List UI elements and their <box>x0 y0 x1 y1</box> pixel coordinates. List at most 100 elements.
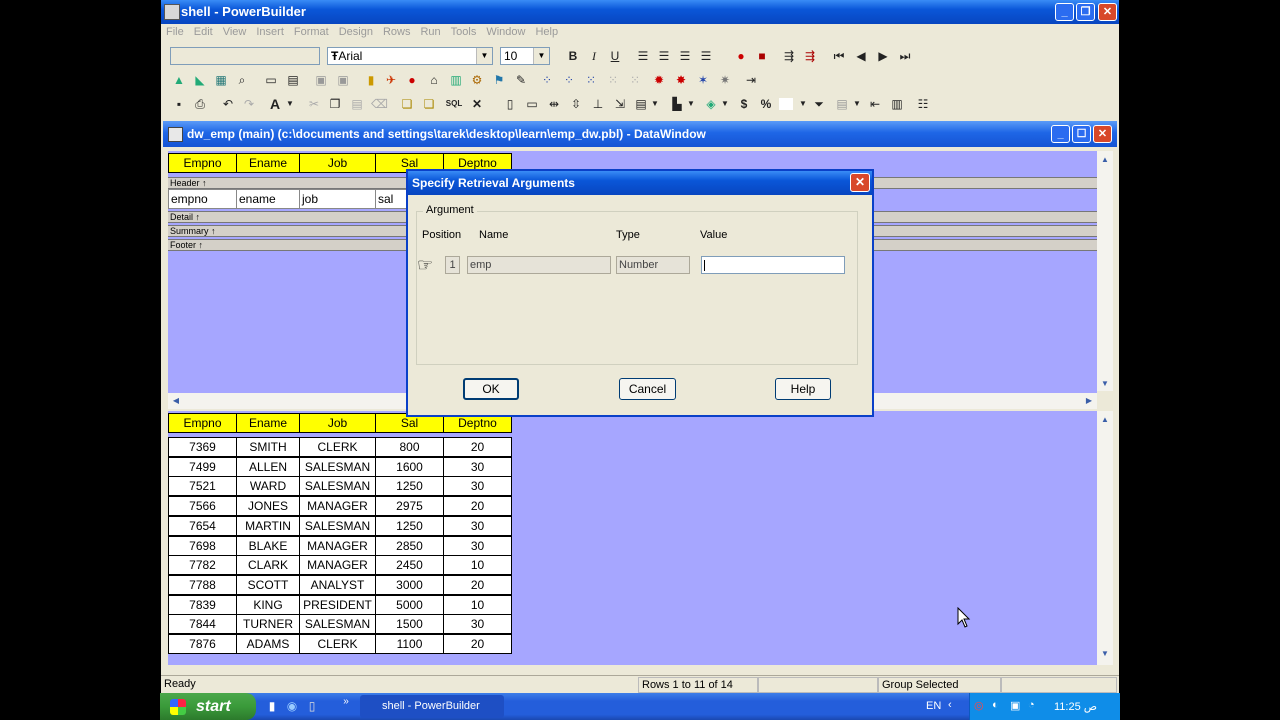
taskbar-powerbuilder[interactable]: shell - PowerBuilder <box>360 695 504 718</box>
header-empno[interactable]: Empno <box>168 153 237 173</box>
align-right-icon[interactable]: ☰ <box>677 48 693 64</box>
bold-button[interactable]: B <box>565 48 581 64</box>
tray-volume-icon[interactable]: ◔ <box>1028 699 1035 711</box>
object-icon[interactable]: ✹ <box>651 72 667 88</box>
cell-ename[interactable]: SCOTT <box>236 574 300 595</box>
cell-sal[interactable]: 5000 <box>375 594 444 615</box>
cell-deptno[interactable]: 30 <box>443 456 512 477</box>
cell-ename[interactable]: WARD <box>236 476 300 497</box>
tray-icon-2[interactable]: ◐ <box>992 699 999 711</box>
header-job[interactable]: Job <box>299 153 376 173</box>
clock[interactable]: 11:25 ص <box>1054 700 1097 713</box>
cell-job[interactable]: MANAGER <box>299 555 376 576</box>
cell-sal[interactable]: 3000 <box>375 574 444 595</box>
cell-job[interactable]: SALESMAN <box>299 456 376 477</box>
browser-icon[interactable]: ⌕ <box>234 72 250 88</box>
run-icon[interactable]: ⚙ <box>469 72 485 88</box>
cell-deptno[interactable]: 30 <box>443 614 512 635</box>
debug-run-icon[interactable]: ⚑ <box>491 72 507 88</box>
cell-job[interactable]: MANAGER <box>299 535 376 556</box>
field-job[interactable]: job <box>299 189 376 209</box>
select-all-icon[interactable]: ❏ <box>399 96 415 112</box>
application-icon[interactable]: ▲ <box>171 72 187 88</box>
scroll-right-icon[interactable]: ▶ <box>1082 394 1096 408</box>
redo-icon[interactable]: ↷ <box>241 96 257 112</box>
argument-type-field[interactable]: Number <box>616 256 690 274</box>
size-icon[interactable]: ⇲ <box>612 96 628 112</box>
space-vertical-icon[interactable]: ⇳ <box>568 96 584 112</box>
cell-deptno[interactable]: 10 <box>443 594 512 615</box>
align-icon[interactable]: ⊥ <box>590 96 606 112</box>
first-page-icon[interactable]: ⏮ <box>831 48 847 64</box>
last-page-icon[interactable]: ⏭ <box>897 48 913 64</box>
menu-insert[interactable]: Insert <box>251 24 289 40</box>
query-icon[interactable]: ● <box>404 72 420 88</box>
profile-icon[interactable]: ▥ <box>448 72 464 88</box>
cell-deptno[interactable]: 30 <box>443 535 512 556</box>
grid-dots-icon[interactable]: ⁘ <box>539 72 555 88</box>
copy-icon[interactable]: ❐ <box>327 96 343 112</box>
cell-deptno[interactable]: 20 <box>443 437 512 457</box>
cell-sal[interactable]: 2850 <box>375 535 444 556</box>
chevron-down-icon[interactable]: ▼ <box>795 96 811 112</box>
properties-icon[interactable]: ☷ <box>915 96 931 112</box>
grid-dots-icon-3[interactable]: ⁙ <box>583 72 599 88</box>
grid-dots-icon-2[interactable]: ⁘ <box>561 72 577 88</box>
paste-icon[interactable]: ▤ <box>349 96 365 112</box>
cell-ename[interactable]: TURNER <box>236 614 300 635</box>
filter-icon[interactable]: ⏷ <box>811 96 827 112</box>
cell-sal[interactable]: 1250 <box>375 515 444 536</box>
cell-ename[interactable]: SMITH <box>236 437 300 457</box>
cell-sal[interactable]: 1100 <box>375 634 444 654</box>
tray-opera-icon[interactable]: ◎ <box>974 699 984 712</box>
restore-button[interactable]: ❐ <box>1076 3 1095 21</box>
cell-empno[interactable]: 7499 <box>168 456 237 477</box>
quicklaunch-icon-1[interactable]: ▮ <box>264 698 280 714</box>
prior-page-icon[interactable]: ◀ <box>853 48 869 64</box>
object-icon-3[interactable]: ✶ <box>695 72 711 88</box>
column-icon[interactable]: ▯ <box>502 96 518 112</box>
library-icon[interactable]: ▦ <box>213 72 229 88</box>
debug-icon[interactable]: ■ <box>754 48 770 64</box>
cell-job[interactable]: SALESMAN <box>299 476 376 497</box>
argument-name-field[interactable]: emp <box>467 256 611 274</box>
duplicate-icon[interactable]: ❏ <box>421 96 437 112</box>
menu-edit[interactable]: Edit <box>189 24 218 40</box>
project-icon[interactable]: ▮ <box>363 72 379 88</box>
cell-ename[interactable]: JONES <box>236 496 300 517</box>
chevron-down-icon[interactable]: ▼ <box>647 96 663 112</box>
menu-file[interactable]: File <box>161 24 189 40</box>
cancel-button[interactable]: Cancel <box>619 378 676 400</box>
cell-empno[interactable]: 7566 <box>168 496 237 517</box>
cell-empno[interactable]: 7698 <box>168 535 237 556</box>
cell-ename[interactable]: BLAKE <box>236 535 300 556</box>
cut-icon[interactable]: ✂ <box>306 96 322 112</box>
cell-deptno[interactable]: 10 <box>443 555 512 576</box>
start-button[interactable]: start <box>160 693 256 720</box>
tray-expand-icon[interactable]: ‹ <box>948 699 952 711</box>
cell-ename[interactable]: MARTIN <box>236 515 300 536</box>
columns-icon[interactable]: ▥ <box>889 96 905 112</box>
font-name-combo[interactable]: ŦArial ▼ <box>327 47 493 65</box>
quicklaunch-more-icon[interactable]: » <box>338 694 354 710</box>
menu-painter-icon[interactable]: ▤ <box>285 72 301 88</box>
argument-value-input[interactable] <box>701 256 845 274</box>
structure-icon[interactable]: ▣ <box>313 72 329 88</box>
cell-deptno[interactable]: 30 <box>443 515 512 536</box>
cell-empno[interactable]: 7782 <box>168 555 237 576</box>
field-ename[interactable]: ename <box>236 189 300 209</box>
function-icon[interactable]: ▣ <box>335 72 351 88</box>
scroll-up-icon[interactable]: ▲ <box>1098 413 1112 427</box>
scroll-up-icon[interactable]: ▲ <box>1098 153 1112 167</box>
next-page-icon[interactable]: ▶ <box>875 48 891 64</box>
window-icon[interactable]: ▭ <box>263 72 279 88</box>
child-minimize-button[interactable]: _ <box>1051 125 1070 143</box>
cell-empno[interactable]: 7876 <box>168 634 237 654</box>
save-icon[interactable]: ▪ <box>171 96 187 112</box>
menu-view[interactable]: View <box>218 24 252 40</box>
chevron-down-icon[interactable]: ▼ <box>282 96 298 112</box>
cell-job[interactable]: SALESMAN <box>299 515 376 536</box>
pipeline-icon[interactable]: ✈ <box>383 72 399 88</box>
cell-sal[interactable]: 1250 <box>375 476 444 497</box>
scroll-left-icon[interactable]: ◀ <box>169 394 183 408</box>
